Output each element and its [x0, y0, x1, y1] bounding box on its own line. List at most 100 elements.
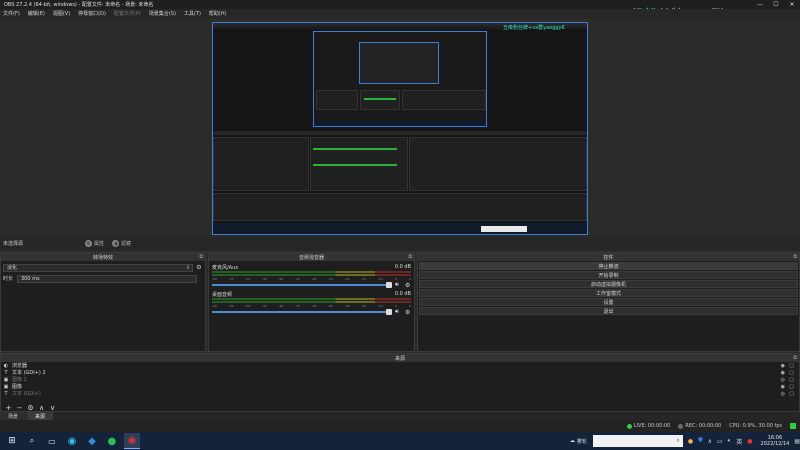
source-item[interactable]: ◐ 浏览器 ◉ ▢ — [1, 362, 799, 370]
eye-icon[interactable]: ◉ — [781, 363, 785, 369]
eye-icon[interactable]: ◎ — [781, 377, 785, 383]
nested-panel — [360, 90, 400, 110]
app-icon[interactable]: ◆ — [84, 433, 100, 449]
dock-float-icon[interactable]: ⧉ — [408, 254, 412, 260]
obs-app-icon[interactable]: ◉ — [123, 433, 140, 449]
controls-dock-title: 控件 ⧉ — [418, 253, 799, 261]
transition-select[interactable]: 淡化 ⇕ — [3, 263, 193, 272]
task-view-icon[interactable]: ▭ — [44, 433, 60, 449]
dock-tabs: 场景 来源 — [0, 412, 800, 420]
chat-app-icon[interactable]: ● — [104, 433, 120, 449]
volume-meter — [212, 271, 411, 273]
speaker-icon[interactable]: 🔊︎ — [395, 281, 403, 288]
lock-icon[interactable]: ▢ — [789, 370, 794, 376]
menu-help[interactable]: 帮助(H) — [209, 10, 227, 17]
ime-icon[interactable]: 英 — [736, 437, 742, 446]
studio-mode-button[interactable]: 工作室模式 — [419, 289, 798, 297]
eye-icon[interactable]: ◉ — [781, 370, 785, 376]
sources-toolbar: + − ⚙ ∧ ∨ — [1, 403, 58, 412]
taskbar-search-box[interactable]: ⌕ — [592, 435, 683, 447]
search-icon[interactable]: ⌕ — [24, 433, 40, 449]
tab-sources[interactable]: 来源 — [27, 412, 54, 420]
tray-red-icon[interactable]: ● — [747, 438, 752, 445]
nested-source-bar — [213, 131, 587, 135]
lock-icon[interactable]: ▢ — [789, 391, 794, 397]
nested-panel — [316, 90, 358, 110]
menu-edit[interactable]: 编辑(E) — [28, 10, 45, 17]
nested-watermark: 五级粉丝牌+vx群yaoggy6 — [503, 25, 565, 31]
close-button[interactable]: ✕ — [784, 0, 800, 9]
volume-meter — [212, 298, 411, 300]
controls-dock: 控件 ⧉ 停止推流 开始录制 启动虚拟摄像机 工作室模式 设置 退出 — [417, 252, 800, 352]
weather-widget[interactable]: ☁ 雾轮 — [570, 438, 587, 445]
source-item[interactable]: ▣ 图像 ◉ ▢ — [1, 383, 799, 391]
remove-source-button[interactable]: − — [14, 404, 25, 412]
nested-preview-inner — [359, 42, 439, 84]
track-db: 0.0 dB — [394, 264, 411, 270]
menu-view[interactable]: 视图(V) — [53, 10, 70, 17]
dock-float-icon[interactable]: ⧉ — [199, 254, 203, 260]
source-properties-button[interactable]: ⚙ — [25, 404, 36, 412]
eye-icon[interactable]: ◉ — [781, 384, 785, 390]
transitions-dock-title: 转场特效 ⧉ — [1, 253, 205, 261]
preview-area[interactable]: 五级粉丝牌+vx群yaoggy6 — [0, 18, 800, 237]
source-item[interactable]: T 文本 (GDI+) 2 ◉ ▢ — [1, 369, 799, 377]
menu-file[interactable]: 文件(F) — [3, 10, 20, 17]
nested-meter — [313, 148, 397, 150]
volume-slider[interactable] — [212, 309, 392, 315]
windows-start-icon[interactable]: ⊞ — [4, 433, 20, 449]
edge-browser-icon[interactable]: ◉ — [64, 433, 80, 449]
gear-icon[interactable]: ⚙ — [405, 282, 411, 289]
nested-controls — [409, 137, 587, 191]
menu-scene-collection[interactable]: 场景集合(S) — [149, 10, 176, 17]
duration-label: 时长 — [3, 276, 14, 282]
dock-float-icon[interactable]: ⧉ — [793, 254, 797, 260]
volume-meter — [212, 274, 411, 276]
lock-icon[interactable]: ▢ — [789, 377, 794, 383]
meter-ticks: -60 -55 -50 -45 -40 -35 -30 -25 -20 -15 -10 -5 0 — [212, 277, 411, 281]
move-up-button[interactable]: ∧ — [36, 404, 47, 412]
system-clock[interactable]: 16:06 2022/12/14 — [761, 435, 790, 447]
transition-settings-icon[interactable]: ⚙ — [195, 264, 203, 272]
image-icon: ▣ — [3, 383, 9, 390]
network-icon[interactable]: ▭ — [717, 438, 723, 445]
notification-icon[interactable]: ▤ — [794, 438, 800, 445]
tray-chevron-up-icon[interactable]: ∧ — [708, 438, 712, 445]
settings-button[interactable]: 设置 — [419, 298, 798, 306]
preview-canvas[interactable]: 五级粉丝牌+vx群yaoggy6 — [212, 22, 588, 235]
tray-shield-icon[interactable]: ⛊ — [698, 437, 703, 445]
volume-icon[interactable]: 🔈︎ — [728, 437, 732, 445]
menu-profile[interactable]: 配置文件(P) — [114, 10, 141, 17]
track-db: 0.0 dB — [394, 291, 411, 297]
filters-button[interactable]: ◑ 滤镜 — [112, 240, 131, 247]
live-indicator-icon — [626, 423, 632, 429]
audio-mixer-dock: 音频混音器 ⧉ 麦克风/Aux 0.0 dB -60 -55 -50 -45 -40 -3… — [208, 252, 415, 352]
volume-slider[interactable] — [212, 282, 392, 288]
speaker-icon[interactable]: 🔊︎ — [395, 308, 403, 315]
eye-icon[interactable]: ◎ — [781, 391, 785, 397]
cpu-status: CPU: 0.9%, 30.00 fps — [729, 423, 782, 429]
dock-float-icon[interactable]: ⧉ — [793, 355, 797, 361]
tray-app-icon[interactable]: ● — [688, 438, 693, 445]
gear-icon: ⚙ — [85, 240, 92, 247]
lock-icon[interactable]: ▢ — [789, 384, 794, 390]
menu-docks[interactable]: 停靠窗口(D) — [78, 10, 106, 17]
start-recording-button[interactable]: 开始录制 — [419, 271, 798, 279]
move-down-button[interactable]: ∨ — [47, 404, 58, 412]
exit-button[interactable]: 退出 — [419, 307, 798, 315]
duration-input[interactable]: 300 ms — [17, 274, 197, 283]
stop-streaming-button[interactable]: 停止推流 — [419, 262, 798, 270]
menu-tools[interactable]: 工具(T) — [184, 10, 201, 17]
meter-ticks: -60 -55 -50 -45 -40 -35 -30 -25 -20 -15 -10 -5 0 — [212, 304, 411, 308]
tab-scenes[interactable]: 场景 — [0, 412, 27, 420]
properties-button[interactable]: ⚙ 属性 — [85, 240, 104, 247]
source-item[interactable]: ▣ 图像 2 ◎ ▢ — [1, 376, 799, 384]
browser-icon: ◐ — [3, 362, 9, 369]
gear-icon[interactable]: ⚙ — [405, 309, 411, 316]
source-item[interactable]: T 文本 (GDI+) ◎ ▢ — [1, 390, 799, 398]
volume-slider-handle[interactable] — [386, 282, 392, 288]
start-virtual-camera-button[interactable]: 启动虚拟摄像机 — [419, 280, 798, 288]
lock-icon[interactable]: ▢ — [789, 363, 794, 369]
add-source-button[interactable]: + — [3, 404, 14, 412]
volume-slider-handle[interactable] — [386, 309, 392, 315]
